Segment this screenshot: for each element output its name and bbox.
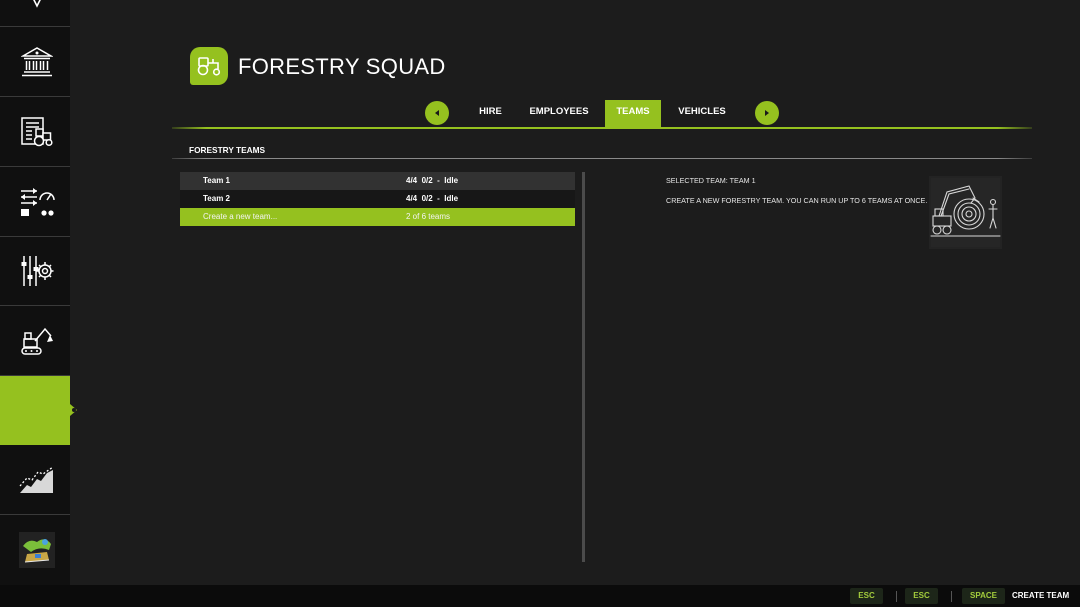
team-row[interactable]: Team 1 4/4 0/2 - Idle [180,172,575,190]
excavator-icon [20,326,54,356]
team-name: Team 1 [203,176,230,185]
sidebar-item-collapse[interactable] [0,0,70,27]
settings-sliders-icon [20,254,54,288]
contracts-icon [21,116,53,147]
sidebar [0,0,70,585]
sidebar-item-finances[interactable] [0,27,70,97]
chevron-down-icon [27,0,47,8]
footer-separator [951,591,952,602]
sidebar-item-statistics[interactable] [0,445,70,515]
list-scrollbar[interactable] [582,172,585,562]
prices-gauge-icon [19,186,55,218]
create-team-label: Create a new team... [203,212,278,221]
selected-item-dot [72,408,76,412]
page-title: FORESTRY SQUAD [238,54,446,79]
section-divider [172,158,1032,159]
sidebar-item-settings[interactable] [0,237,70,306]
arrow-left-icon [433,109,441,117]
tab-hire[interactable]: HIRE [470,100,511,128]
team-description: CREATE A NEW FORESTRY TEAM. YOU CAN RUN … [666,196,928,205]
selected-team-label: SELECTED TEAM: TEAM 1 [666,176,756,185]
header-badge [190,47,228,85]
footer-separator [896,591,897,602]
tabs-underline [172,127,1032,129]
team-count: 2 of 6 teams [406,212,451,221]
esc-key-button[interactable]: ESC [905,588,938,604]
sidebar-item-map[interactable] [0,515,70,585]
tractor-icon [196,56,222,76]
statistics-chart-icon [19,465,55,494]
sidebar-item-contracts[interactable] [0,97,70,167]
tab-prev-button[interactable] [425,101,449,125]
forestry-harvester-sketch-icon [929,176,1002,249]
footer-action-bar: ESC ESC SPACE CREATE TEAM [0,585,1080,607]
tab-teams[interactable]: TEAMS [605,100,661,128]
team-row[interactable]: Team 2 4/4 0/2 - Idle [180,190,575,208]
tab-next-button[interactable] [755,101,779,125]
map-thumbnail-icon [19,532,55,568]
section-title: FORESTRY TEAMS [189,145,266,155]
space-key-button[interactable]: SPACE [962,588,1005,604]
esc-key-button[interactable]: ESC [850,588,883,604]
sidebar-item-construction[interactable] [0,306,70,376]
create-team-action[interactable]: CREATE TEAM [1012,588,1069,604]
bank-icon [20,46,54,78]
tab-employees[interactable]: EMPLOYEES [524,100,594,128]
tab-vehicles[interactable]: VEHICLES [673,100,731,128]
sidebar-item-prices[interactable] [0,167,70,237]
team-status: 4/4 0/2 - Idle [406,194,459,203]
team-name: Team 2 [203,194,230,203]
arrow-right-icon [763,109,771,117]
create-team-row[interactable]: Create a new team... 2 of 6 teams [180,208,575,226]
team-status: 4/4 0/2 - Idle [406,176,459,185]
sidebar-item-forestry[interactable] [0,376,70,445]
